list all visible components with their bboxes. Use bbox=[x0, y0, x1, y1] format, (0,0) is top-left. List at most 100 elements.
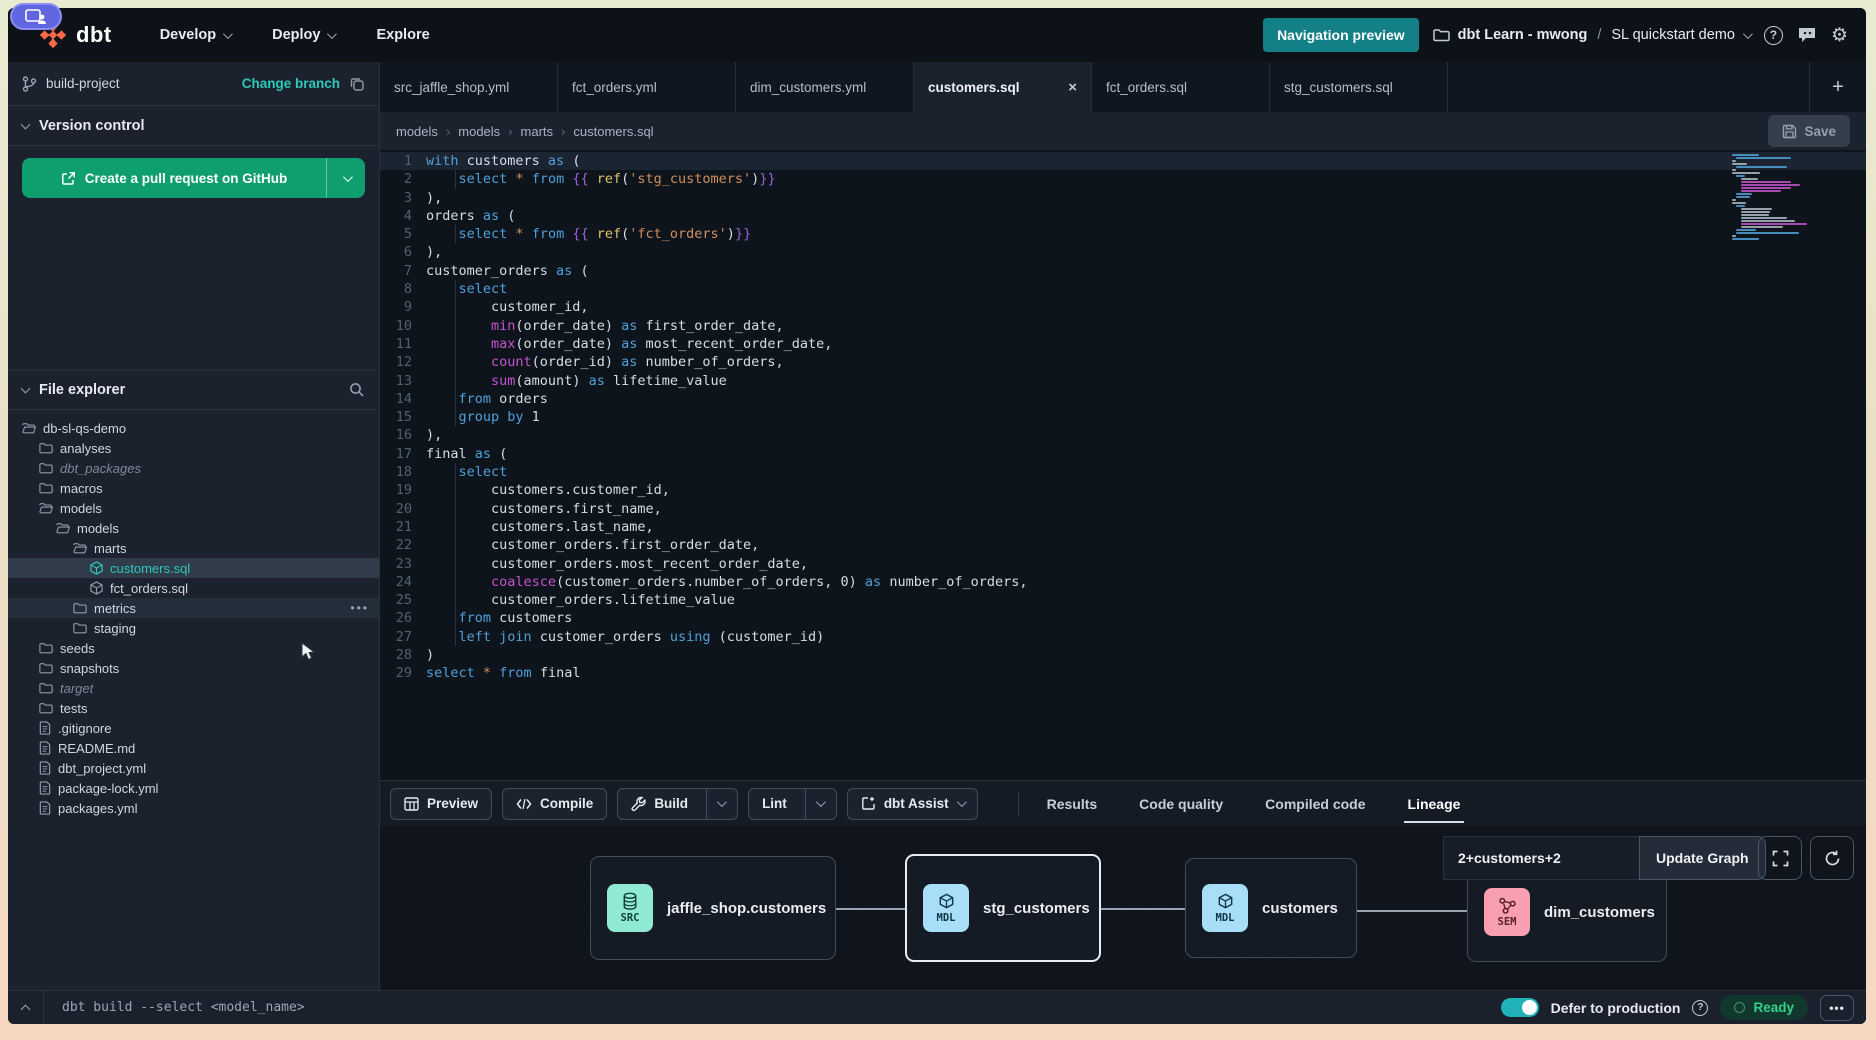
code-line-26[interactable]: 26 from customers bbox=[380, 609, 1866, 627]
lint-button[interactable]: Lint bbox=[748, 788, 837, 820]
crumb-item[interactable]: models bbox=[396, 124, 438, 139]
tree-item-target[interactable]: target bbox=[8, 678, 379, 698]
code-line-16[interactable]: 16), bbox=[380, 426, 1866, 444]
settings-gear-icon[interactable]: ⚙ bbox=[1831, 26, 1848, 45]
account-project-switcher[interactable]: dbt Learn - mwong / SL quickstart demo bbox=[1433, 27, 1750, 43]
lint-dropdown[interactable] bbox=[805, 789, 823, 819]
defer-to-production-toggle[interactable] bbox=[1501, 998, 1539, 1017]
tree-item-dbt-project-yml[interactable]: dbt_project.yml bbox=[8, 758, 379, 778]
crumb-item[interactable]: customers.sql bbox=[573, 124, 653, 139]
panel-tab-code-quality[interactable]: Code quality bbox=[1135, 781, 1227, 827]
code-line-27[interactable]: 27 left join customer_orders using (cust… bbox=[380, 628, 1866, 646]
menu-develop[interactable]: Develop bbox=[160, 27, 230, 43]
tree-item-macros[interactable]: macros bbox=[8, 478, 379, 498]
code-line-13[interactable]: 13 sum(amount) as lifetime_value bbox=[380, 372, 1866, 390]
code-line-7[interactable]: 7customer_orders as ( bbox=[380, 262, 1866, 280]
tab-src-jaffle-shop-yml[interactable]: src_jaffle_shop.yml bbox=[380, 62, 558, 112]
tree-item-models[interactable]: models bbox=[8, 498, 379, 518]
code-line-5[interactable]: 5 select * from {{ ref('fct_orders')}} bbox=[380, 225, 1866, 243]
more-options-button[interactable]: ••• bbox=[1820, 995, 1854, 1021]
feedback-icon[interactable] bbox=[1797, 26, 1817, 44]
tab-stg-customers-sql[interactable]: stg_customers.sql bbox=[1270, 62, 1448, 112]
row-menu-icon[interactable]: ••• bbox=[350, 601, 369, 615]
code-line-4[interactable]: 4orders as ( bbox=[380, 207, 1866, 225]
tree-item-db-sl-qs-demo[interactable]: db-sl-qs-demo bbox=[8, 418, 379, 438]
fullscreen-button[interactable] bbox=[1758, 836, 1802, 880]
create-pull-request-button[interactable]: Create a pull request on GitHub bbox=[22, 158, 365, 198]
tree-item-packages-yml[interactable]: packages.yml bbox=[8, 798, 379, 818]
code-line-25[interactable]: 25 customer_orders.lifetime_value bbox=[380, 591, 1866, 609]
change-branch-link[interactable]: Change branch bbox=[242, 76, 340, 91]
defer-help-icon[interactable]: ? bbox=[1692, 1000, 1708, 1016]
command-input[interactable]: dbt build --select <model_name> bbox=[44, 1000, 305, 1015]
menu-explore[interactable]: Explore bbox=[376, 27, 429, 43]
code-line-9[interactable]: 9 customer_id, bbox=[380, 298, 1866, 316]
lineage-selector-input[interactable] bbox=[1443, 836, 1639, 880]
code-line-10[interactable]: 10 min(order_date) as first_order_date, bbox=[380, 317, 1866, 335]
tree-item-package-lock-yml[interactable]: package-lock.yml bbox=[8, 778, 379, 798]
tree-item-fct-orders-sql[interactable]: fct_orders.sql bbox=[8, 578, 379, 598]
tree-item-tests[interactable]: tests bbox=[8, 698, 379, 718]
menu-deploy[interactable]: Deploy bbox=[272, 27, 334, 43]
preview-button[interactable]: Preview bbox=[390, 788, 492, 820]
help-icon[interactable]: ? bbox=[1764, 26, 1783, 45]
navigation-preview-button[interactable]: Navigation preview bbox=[1263, 18, 1419, 52]
code-line-8[interactable]: 8 select bbox=[380, 280, 1866, 298]
code-line-3[interactable]: 3), bbox=[380, 189, 1866, 207]
tree-item--gitignore[interactable]: .gitignore bbox=[8, 718, 379, 738]
code-line-22[interactable]: 22 customer_orders.first_order_date, bbox=[380, 536, 1866, 554]
crumb-item[interactable]: marts bbox=[521, 124, 554, 139]
build-button[interactable]: Build bbox=[617, 788, 738, 820]
code-line-2[interactable]: 2 select * from {{ ref('stg_customers')}… bbox=[380, 170, 1866, 188]
lineage-node-customers[interactable]: MDLcustomers bbox=[1185, 858, 1357, 958]
tree-item-marts[interactable]: marts bbox=[8, 538, 379, 558]
tree-item-dbt-packages[interactable]: dbt_packages bbox=[8, 458, 379, 478]
code-line-23[interactable]: 23 customer_orders.most_recent_order_dat… bbox=[380, 555, 1866, 573]
refresh-button[interactable] bbox=[1810, 836, 1854, 880]
panel-tab-results[interactable]: Results bbox=[1043, 781, 1102, 827]
dbt-assist-button[interactable]: dbt Assist bbox=[847, 788, 978, 820]
code-line-11[interactable]: 11 max(order_date) as most_recent_order_… bbox=[380, 335, 1866, 353]
crumb-item[interactable]: models bbox=[458, 124, 500, 139]
tab-dim-customers-yml[interactable]: dim_customers.yml bbox=[736, 62, 914, 112]
code-line-1[interactable]: 1with customers as ( bbox=[380, 152, 1866, 170]
code-line-6[interactable]: 6), bbox=[380, 243, 1866, 261]
code-line-29[interactable]: 29select * from final bbox=[380, 664, 1866, 682]
panel-tab-compiled-code[interactable]: Compiled code bbox=[1261, 781, 1369, 827]
code-line-24[interactable]: 24 coalesce(customer_orders.number_of_or… bbox=[380, 573, 1866, 591]
code-line-12[interactable]: 12 count(order_id) as number_of_orders, bbox=[380, 353, 1866, 371]
pr-button-dropdown[interactable] bbox=[327, 158, 365, 198]
code-line-18[interactable]: 18 select bbox=[380, 463, 1866, 481]
tree-item-readme-md[interactable]: README.md bbox=[8, 738, 379, 758]
tree-item-models[interactable]: models bbox=[8, 518, 379, 538]
update-graph-button[interactable]: Update Graph bbox=[1639, 836, 1766, 880]
version-control-header[interactable]: Version control bbox=[8, 106, 379, 146]
tab-fct-orders-sql[interactable]: fct_orders.sql bbox=[1092, 62, 1270, 112]
tab-fct-orders-yml[interactable]: fct_orders.yml bbox=[558, 62, 736, 112]
expand-command-bar-button[interactable] bbox=[8, 991, 44, 1024]
code-editor[interactable]: 1with customers as (2 select * from {{ r… bbox=[380, 150, 1866, 780]
compile-button[interactable]: Compile bbox=[502, 788, 607, 820]
file-explorer-header[interactable]: File explorer bbox=[8, 370, 379, 410]
tree-item-analyses[interactable]: analyses bbox=[8, 438, 379, 458]
tab-customers-sql[interactable]: customers.sql× bbox=[914, 62, 1092, 112]
panel-tab-lineage[interactable]: Lineage bbox=[1404, 781, 1465, 827]
search-icon[interactable] bbox=[349, 382, 365, 398]
code-line-17[interactable]: 17final as ( bbox=[380, 445, 1866, 463]
tree-item-staging[interactable]: staging bbox=[8, 618, 379, 638]
code-line-20[interactable]: 20 customers.first_name, bbox=[380, 500, 1866, 518]
code-line-21[interactable]: 21 customers.last_name, bbox=[380, 518, 1866, 536]
lineage-node-stg-customers[interactable]: MDLstg_customers bbox=[905, 854, 1101, 962]
tree-item-seeds[interactable]: seeds bbox=[8, 638, 379, 658]
tree-item-customers-sql[interactable]: customers.sql bbox=[8, 558, 379, 578]
code-line-14[interactable]: 14 from orders bbox=[380, 390, 1866, 408]
new-tab-button[interactable]: + bbox=[1810, 62, 1866, 112]
tree-item-snapshots[interactable]: snapshots bbox=[8, 658, 379, 678]
build-dropdown[interactable] bbox=[706, 789, 724, 819]
lineage-node-jaffle-shop-customers[interactable]: SRCjaffle_shop.customers bbox=[590, 856, 836, 960]
code-line-28[interactable]: 28) bbox=[380, 646, 1866, 664]
close-tab-icon[interactable]: × bbox=[1068, 79, 1077, 96]
tree-item-metrics[interactable]: metrics••• bbox=[8, 598, 379, 618]
code-line-19[interactable]: 19 customers.customer_id, bbox=[380, 481, 1866, 499]
copy-icon[interactable] bbox=[349, 76, 365, 92]
